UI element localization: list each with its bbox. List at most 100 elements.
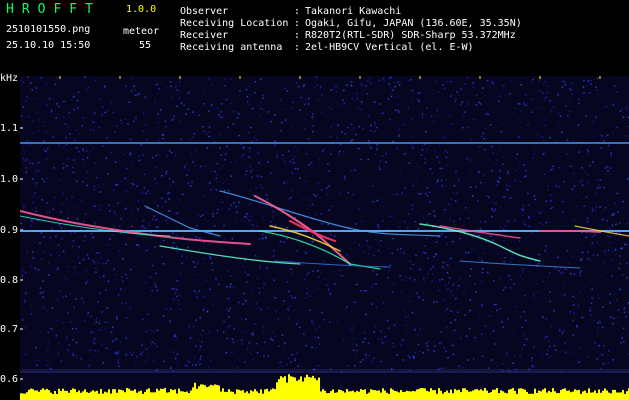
noise-speck	[320, 213, 323, 215]
noise-speck	[195, 319, 197, 321]
noise-speck	[311, 116, 313, 118]
level-bar	[606, 390, 608, 400]
noise-speck	[125, 337, 127, 339]
noise-speck	[482, 212, 484, 215]
noise-speck	[262, 108, 265, 110]
noise-speck	[595, 191, 598, 194]
noise-speck	[516, 153, 519, 155]
noise-speck	[58, 255, 60, 257]
noise-speck	[112, 233, 114, 236]
noise-speck	[387, 247, 389, 250]
noise-speck	[449, 257, 452, 260]
level-bar	[218, 385, 220, 400]
noise-speck	[356, 92, 358, 95]
noise-speck	[121, 280, 124, 283]
noise-speck	[450, 81, 452, 83]
noise-speck	[411, 205, 413, 207]
noise-speck	[186, 256, 188, 259]
noise-speck	[177, 131, 180, 133]
noise-speck	[409, 260, 411, 263]
level-bar	[60, 391, 62, 400]
noise-speck	[63, 177, 65, 180]
noise-speck	[489, 124, 492, 126]
noise-speck	[176, 295, 178, 297]
noise-speck	[206, 147, 208, 149]
noise-speck	[244, 361, 246, 363]
noise-speck	[165, 125, 167, 128]
noise-speck	[121, 122, 123, 125]
noise-speck	[152, 264, 154, 267]
noise-speck	[372, 185, 374, 187]
noise-speck	[501, 321, 503, 323]
noise-speck	[260, 175, 263, 178]
noise-speck	[48, 98, 51, 100]
noise-speck	[182, 193, 184, 196]
noise-speck	[379, 168, 382, 171]
noise-speck	[292, 155, 294, 157]
level-bar	[244, 392, 246, 400]
noise-speck	[318, 326, 320, 328]
noise-speck	[149, 276, 152, 278]
noise-speck	[422, 216, 425, 219]
noise-speck	[581, 184, 584, 186]
noise-speck	[567, 114, 569, 117]
noise-speck	[93, 261, 96, 264]
noise-speck	[416, 334, 419, 336]
noise-speck	[581, 316, 584, 319]
noise-speck	[491, 170, 493, 172]
level-bar	[470, 391, 472, 400]
noise-speck	[503, 261, 505, 263]
noise-speck	[578, 102, 580, 105]
noise-speck	[250, 126, 252, 129]
noise-speck	[403, 220, 406, 222]
noise-speck	[46, 104, 48, 106]
noise-speck	[187, 360, 189, 362]
noise-speck	[565, 153, 568, 155]
noise-speck	[192, 335, 194, 337]
noise-speck	[303, 333, 305, 335]
noise-speck	[409, 300, 411, 302]
noise-speck	[474, 283, 476, 285]
noise-speck	[327, 224, 329, 226]
noise-speck	[431, 280, 433, 283]
noise-speck	[208, 135, 210, 138]
noise-speck	[509, 287, 512, 289]
noise-speck	[449, 277, 451, 279]
noise-speck	[330, 234, 332, 236]
noise-speck	[258, 292, 261, 294]
noise-speck	[531, 359, 533, 362]
noise-speck	[60, 211, 62, 213]
noise-speck	[82, 181, 84, 183]
noise-speck	[69, 132, 71, 135]
noise-speck	[419, 92, 421, 94]
noise-speck	[312, 130, 314, 133]
noise-speck	[316, 84, 319, 86]
noise-speck	[429, 168, 432, 170]
level-bar	[440, 390, 442, 400]
noise-speck	[57, 267, 59, 269]
noise-speck	[619, 231, 621, 234]
noise-speck	[355, 133, 357, 136]
noise-speck	[595, 116, 597, 118]
level-bar	[200, 384, 202, 400]
noise-speck	[424, 252, 427, 254]
noise-speck	[284, 349, 286, 351]
noise-speck	[434, 81, 437, 83]
noise-speck	[609, 242, 611, 244]
noise-speck	[214, 170, 216, 173]
noise-speck	[40, 331, 42, 333]
info-value-antenna: 2el-HB9CV Vertical (el. E-W)	[305, 42, 474, 53]
noise-speck	[145, 258, 147, 261]
level-bar	[310, 377, 312, 400]
noise-speck	[492, 82, 494, 84]
noise-speck	[317, 365, 319, 367]
noise-speck	[440, 179, 443, 182]
level-bar	[110, 393, 112, 400]
noise-speck	[173, 117, 175, 120]
noise-speck	[218, 134, 221, 136]
noise-speck	[136, 208, 139, 210]
noise-speck	[196, 292, 199, 294]
level-bar	[34, 390, 36, 400]
noise-speck	[462, 367, 464, 369]
noise-speck	[247, 274, 249, 276]
